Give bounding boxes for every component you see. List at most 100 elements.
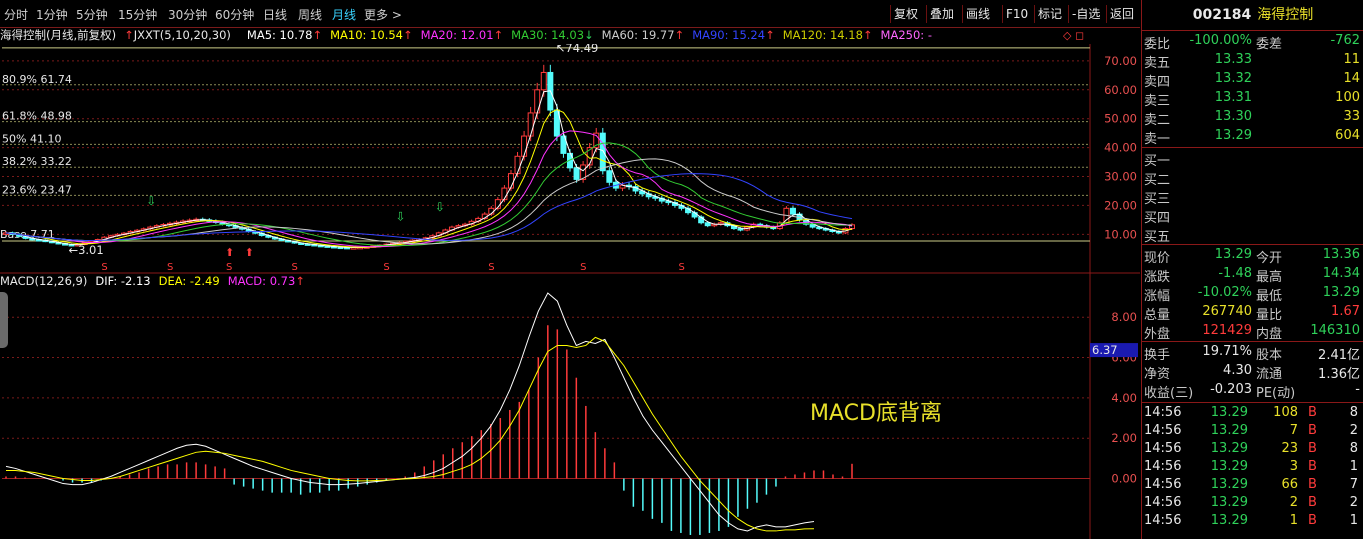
price-grid xyxy=(0,44,1140,539)
tick-side: B xyxy=(1308,441,1317,456)
ask-price: 13.29 xyxy=(1214,128,1252,143)
divider xyxy=(1142,30,1363,31)
tick-count: 1 xyxy=(1349,513,1358,528)
tick-price: 13.29 xyxy=(1210,441,1248,456)
bid-row: 买四 xyxy=(1142,207,1363,226)
up-arrow-icon: ↑ xyxy=(765,28,775,42)
tool-button-2[interactable]: 画线 xyxy=(962,5,993,23)
period-tab-4[interactable]: 30分钟 xyxy=(168,6,207,23)
fund-value: - xyxy=(1355,382,1360,397)
signal-marker: S xyxy=(167,262,173,273)
period-tab-7[interactable]: 周线 xyxy=(298,6,322,23)
period-tab-0[interactable]: 分时 xyxy=(4,6,28,23)
tool-button-6[interactable]: 返回 xyxy=(1106,5,1137,23)
tick-side: B xyxy=(1308,423,1317,438)
buy-signal-icon: ⇩ xyxy=(146,194,156,208)
quote-value: 121429 xyxy=(1202,323,1252,338)
buy-signal-icon: ⇩ xyxy=(395,209,405,223)
order-ratio-row: 委比 -100.00% 委差 -762 xyxy=(1142,33,1363,52)
dif-value: DIF: -2.13 xyxy=(95,274,151,288)
tick-price: 13.29 xyxy=(1210,423,1248,438)
signal-marker: S xyxy=(580,262,586,273)
period-tab-8[interactable]: 月线 xyxy=(332,6,356,23)
tick-count: 2 xyxy=(1349,423,1358,438)
quote-row: 外盘 121429 内盘 146310 xyxy=(1142,323,1363,342)
up-arrow-icon: ↑ xyxy=(403,28,413,42)
ma30-value: MA30: 14.03 xyxy=(511,28,585,42)
tick-volume: 1 xyxy=(1289,513,1298,528)
tick-time: 14:56 xyxy=(1144,495,1182,510)
tool-button-4[interactable]: 标记 xyxy=(1034,5,1065,23)
period-tab-6[interactable]: 日线 xyxy=(263,6,287,23)
side-collapse-handle[interactable] xyxy=(0,292,8,348)
period-tab-5[interactable]: 60分钟 xyxy=(215,6,254,23)
ma120-value: MA120: 14.18 xyxy=(782,28,863,42)
ask-price: 13.33 xyxy=(1214,52,1252,67)
up-arrow-icon: ↑ xyxy=(493,28,504,42)
buy-signal-icon: ⇩ xyxy=(435,200,445,214)
divider xyxy=(1142,402,1363,403)
quote-value: 14.34 xyxy=(1322,266,1360,281)
tool-button-3[interactable]: F10 xyxy=(1002,5,1031,23)
tick-price: 13.29 xyxy=(1210,477,1248,492)
tick-row: 14:56 13.29 66 B 7 xyxy=(1142,477,1363,496)
quote-label: 内盘 xyxy=(1256,327,1283,342)
fundamental-row: 换手 19.71% 股本 2.41亿 xyxy=(1142,344,1363,363)
tick-time: 14:56 xyxy=(1144,441,1182,456)
tick-volume: 2 xyxy=(1289,495,1298,510)
indicator-label[interactable]: ↑JXXT(5,10,20,30) xyxy=(124,28,239,42)
macd-tick-label: 2.00 xyxy=(1111,431,1137,445)
tool-button-1[interactable]: 叠加 xyxy=(926,5,957,23)
chart-title: 海得控制(月线,前复权) xyxy=(0,28,117,42)
tick-side: B xyxy=(1308,495,1317,510)
fund-value: 1.36亿 xyxy=(1318,367,1360,382)
bid-row: 买五 xyxy=(1142,226,1363,245)
period-tab-1[interactable]: 1分钟 xyxy=(36,6,68,23)
tool-button-0[interactable]: 复权 xyxy=(890,5,921,23)
quote-value: 1.67 xyxy=(1331,304,1360,319)
quote-value: 13.36 xyxy=(1322,247,1360,262)
ask-volume: 14 xyxy=(1343,71,1360,86)
macd-current-label: 6.37 xyxy=(1092,343,1118,357)
candle-body xyxy=(527,112,534,137)
tick-price: 13.29 xyxy=(1210,513,1248,528)
macd-histogram xyxy=(5,325,853,535)
high-label: ↖74.49 xyxy=(556,44,599,55)
ma250-value: MA250: - xyxy=(880,28,932,42)
quote-value: 13.29 xyxy=(1322,285,1360,300)
ask-volume: 33 xyxy=(1343,109,1360,124)
ask-row: 卖三 13.31 100 xyxy=(1142,90,1363,109)
tool-button-5[interactable]: -自选 xyxy=(1068,5,1103,23)
quote-label: 涨幅 xyxy=(1144,289,1171,304)
stock-header[interactable]: 002184 海得控制 xyxy=(1142,4,1363,30)
divider xyxy=(1142,341,1363,342)
fundamental-row: 收益(三) -0.203 PE(动) - xyxy=(1142,382,1363,401)
tick-count: 8 xyxy=(1349,441,1358,456)
fund-label: 流通 xyxy=(1256,367,1283,382)
period-tab-2[interactable]: 5分钟 xyxy=(76,6,108,23)
candle-body xyxy=(789,207,796,215)
low-label: ←3.01 xyxy=(68,243,103,257)
tick-volume: 23 xyxy=(1281,441,1298,456)
price-ma-lines xyxy=(5,90,853,249)
signal-marker: S xyxy=(488,262,494,273)
ma-line-ma10 xyxy=(5,109,853,248)
signal-marker: S xyxy=(292,262,298,273)
period-tab-3[interactable]: 15分钟 xyxy=(118,6,157,23)
quote-value: 267740 xyxy=(1202,304,1252,319)
tick-row: 14:56 13.29 2 B 2 xyxy=(1142,495,1363,514)
period-tab-9[interactable]: 更多 > xyxy=(364,6,402,23)
tick-count: 1 xyxy=(1349,459,1358,474)
up-arrow-icon: ↑ xyxy=(295,274,305,288)
chart-canvas[interactable]: 80.9% 61.74 61.8% 48.98 50% 41.10 38.2% 33.… xyxy=(0,44,1140,539)
ma-info-line: 海得控制(月线,前复权) ↑JXXT(5,10,20,30) MA5: 10.78↑… xyxy=(0,27,1090,44)
ask-label: 卖四 xyxy=(1144,75,1171,90)
tick-volume: 66 xyxy=(1281,477,1298,492)
tick-time: 14:56 xyxy=(1144,477,1182,492)
chart-corner-icons[interactable]: ◇ ◻ xyxy=(1063,29,1084,42)
up-arrow-icon: ↑ xyxy=(312,28,323,42)
tick-time: 14:56 xyxy=(1144,423,1182,438)
tick-time: 14:56 xyxy=(1144,459,1182,474)
wei-cha-label: 委差 xyxy=(1256,37,1283,52)
up-arrow-icon: ↑ xyxy=(674,28,685,42)
